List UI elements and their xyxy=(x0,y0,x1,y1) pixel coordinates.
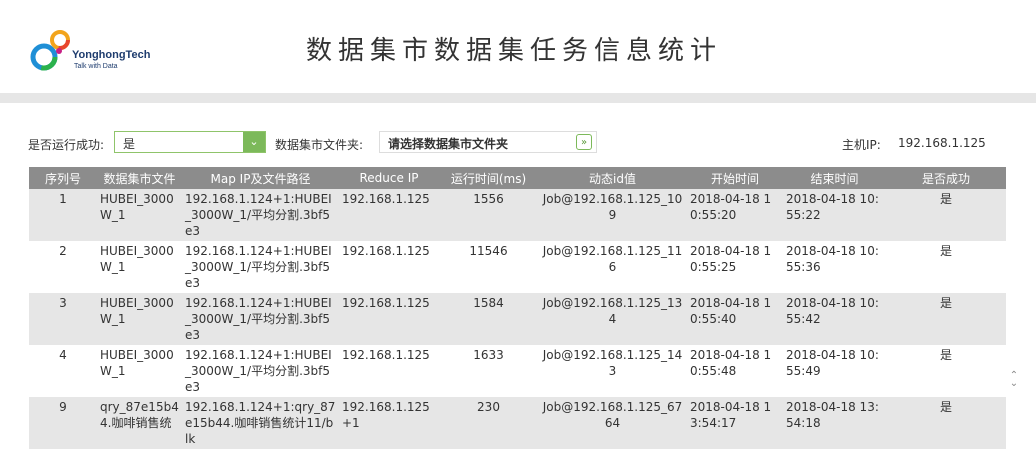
cell-job-id: Job@192.168.1.125_143 xyxy=(538,345,687,397)
cell-success: 是 xyxy=(886,241,1006,293)
cell-mart-file: HUBEI_3000W_1 xyxy=(97,241,182,293)
success-filter-label: 是否运行成功: xyxy=(28,138,105,152)
table-row: 2 HUBEI_3000W_1 192.168.1.124+1:HUBEI_30… xyxy=(29,241,1006,293)
cell-reduce-ip: 192.168.1.125+1 xyxy=(339,397,439,449)
cell-map-ip: 192.168.1.124+1:qry_87e15b44.咖啡销售统计11/bl… xyxy=(182,397,339,449)
table-row: 9 qry_87e15b44.咖啡销售统 192.168.1.124+1:qry… xyxy=(29,397,1006,449)
table-row: 3 HUBEI_3000W_1 192.168.1.124+1:HUBEI_30… xyxy=(29,293,1006,345)
folder-filter-label: 数据集市文件夹: xyxy=(275,138,364,152)
col-header[interactable]: 动态id值 xyxy=(538,167,687,189)
cell-reduce-ip: 192.168.1.125 xyxy=(339,345,439,397)
cell-map-ip: 192.168.1.124+1:HUBEI_3000W_1/平均分割.3bf5e… xyxy=(182,241,339,293)
cell-job-id: Job@192.168.1.125_109 xyxy=(538,189,687,241)
cell-map-ip: 192.168.1.124+1:HUBEI_3000W_1/平均分割.3bf5e… xyxy=(182,293,339,345)
cell-mart-file: qry_87e15b44.咖啡销售统 xyxy=(97,397,182,449)
cell-end-time: 2018-04-18 10:55:22 xyxy=(783,189,886,241)
cell-runtime: 1556 xyxy=(439,189,538,241)
filter-bar: 是否运行成功: 是 ⌄ 数据集市文件夹: 请选择数据集市文件夹 » 主机IP: … xyxy=(0,128,1036,158)
brand-logo-icon xyxy=(30,30,70,71)
cell-reduce-ip: 192.168.1.125 xyxy=(339,293,439,345)
cell-map-ip: 192.168.1.124+1:HUBEI_3000W_1/平均分割.3bf5e… xyxy=(182,345,339,397)
cell-reduce-ip: 192.168.1.125 xyxy=(339,241,439,293)
cell-start-time: 2018-04-18 10:55:20 xyxy=(687,189,783,241)
col-header[interactable]: Map IP及文件路径 xyxy=(182,167,339,189)
host-ip-value: 192.168.1.125 xyxy=(898,136,986,150)
page-title: 数据集市数据集任务信息统计 xyxy=(306,36,723,66)
cell-runtime: 230 xyxy=(439,397,538,449)
cell-end-time: 2018-04-18 13:54:18 xyxy=(783,397,886,449)
col-header[interactable]: 数据集市文件 xyxy=(97,167,182,189)
cell-job-id: Job@192.168.1.125_6764 xyxy=(538,397,687,449)
table-row: 1 HUBEI_3000W_1 192.168.1.124+1:HUBEI_30… xyxy=(29,189,1006,241)
cell-end-time: 2018-04-18 10:55:36 xyxy=(783,241,886,293)
cell-seq: 9 xyxy=(29,397,97,449)
col-header[interactable]: 序列号 xyxy=(29,167,97,189)
cell-job-id: Job@192.168.1.125_116 xyxy=(538,241,687,293)
col-header[interactable]: 是否成功 xyxy=(886,167,1006,189)
cell-seq: 1 xyxy=(29,189,97,241)
cell-runtime: 11546 xyxy=(439,241,538,293)
table-row: 4 HUBEI_3000W_1 192.168.1.124+1:HUBEI_30… xyxy=(29,345,1006,397)
cell-start-time: 2018-04-18 10:55:25 xyxy=(687,241,783,293)
page-header: YonghongTech Talk with Data 数据集市数据集任务信息统… xyxy=(0,0,1036,93)
col-header[interactable]: Reduce IP xyxy=(339,167,439,189)
cell-success: 是 xyxy=(886,397,1006,449)
cell-end-time: 2018-04-18 10:55:49 xyxy=(783,345,886,397)
cell-success: 是 xyxy=(886,293,1006,345)
cell-start-time: 2018-04-18 13:54:17 xyxy=(687,397,783,449)
cell-seq: 4 xyxy=(29,345,97,397)
folder-select-value: 请选择数据集市文件夹 xyxy=(388,137,509,151)
cell-runtime: 1633 xyxy=(439,345,538,397)
cell-map-ip: 192.168.1.124+1:HUBEI_3000W_1/平均分割.3bf5e… xyxy=(182,189,339,241)
chevron-down-icon[interactable]: ⌄ xyxy=(243,132,265,152)
cell-seq: 3 xyxy=(29,293,97,345)
cell-runtime: 1584 xyxy=(439,293,538,345)
col-header[interactable]: 结束时间 xyxy=(783,167,886,189)
brand-name: YonghongTech xyxy=(72,49,151,61)
double-chevron-down-icon[interactable]: » xyxy=(576,134,592,150)
cell-success: 是 xyxy=(886,345,1006,397)
cell-reduce-ip: 192.168.1.125 xyxy=(339,189,439,241)
cell-start-time: 2018-04-18 10:55:48 xyxy=(687,345,783,397)
header-divider xyxy=(0,93,1036,103)
folder-select[interactable]: 请选择数据集市文件夹 » xyxy=(379,131,597,153)
cell-start-time: 2018-04-18 10:55:40 xyxy=(687,293,783,345)
col-header[interactable]: 开始时间 xyxy=(687,167,783,189)
cell-success: 是 xyxy=(886,189,1006,241)
success-select-value: 是 xyxy=(123,137,136,151)
success-select[interactable]: 是 ⌄ xyxy=(114,131,266,153)
col-header[interactable]: 运行时间(ms) xyxy=(439,167,538,189)
cell-end-time: 2018-04-18 10:55:42 xyxy=(783,293,886,345)
scroll-updown-icon[interactable]: ⌃ ⌄ xyxy=(1008,371,1020,389)
cell-seq: 2 xyxy=(29,241,97,293)
cell-mart-file: HUBEI_3000W_1 xyxy=(97,345,182,397)
brand-logo: YonghongTech Talk with Data xyxy=(30,26,170,80)
brand-tagline: Talk with Data xyxy=(74,63,118,70)
host-ip-label: 主机IP: xyxy=(842,138,881,152)
cell-mart-file: HUBEI_3000W_1 xyxy=(97,293,182,345)
cell-mart-file: HUBEI_3000W_1 xyxy=(97,189,182,241)
task-table: 序列号 数据集市文件 Map IP及文件路径 Reduce IP 运行时间(ms… xyxy=(29,167,1006,449)
cell-job-id: Job@192.168.1.125_134 xyxy=(538,293,687,345)
table-header-row: 序列号 数据集市文件 Map IP及文件路径 Reduce IP 运行时间(ms… xyxy=(29,167,1006,189)
